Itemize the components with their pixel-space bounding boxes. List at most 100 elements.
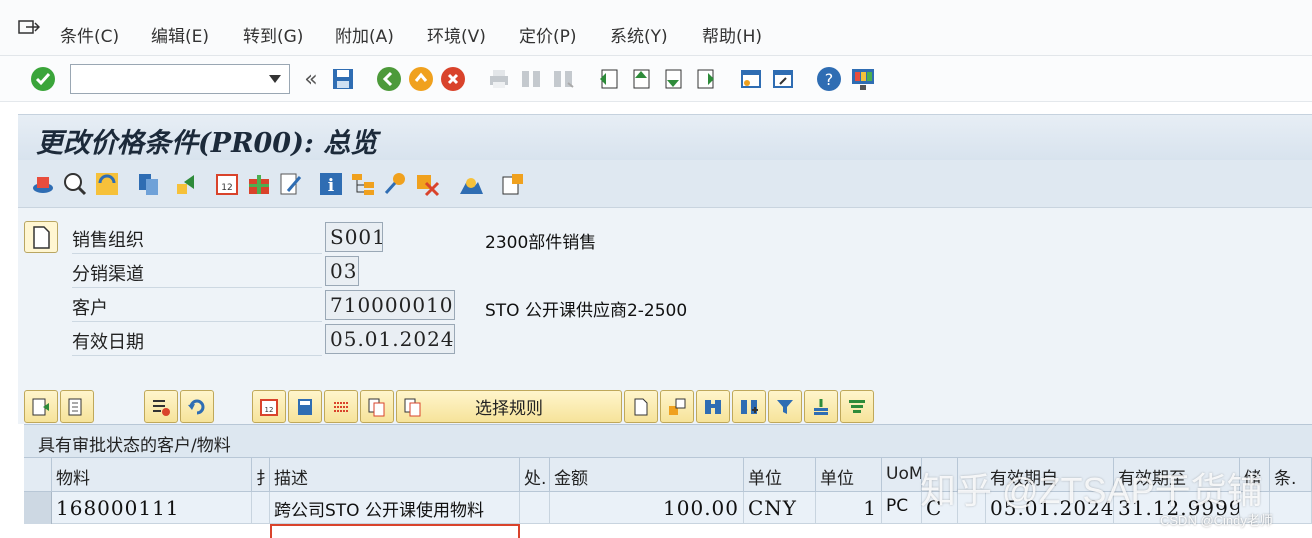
sales-org-label: 销售组织 <box>72 222 322 254</box>
currency-cell[interactable]: CNY <box>744 492 816 524</box>
column-header-processing[interactable]: 处. <box>520 458 550 492</box>
menu-system[interactable]: 系统(Y) <box>610 22 668 47</box>
change-icon[interactable] <box>94 171 120 197</box>
scales-button[interactable] <box>324 390 358 423</box>
subtotal-icon <box>849 399 865 413</box>
previous-page-icon[interactable] <box>628 66 654 92</box>
column-header-terms[interactable]: 条. <box>1270 458 1312 492</box>
customize-layout-icon[interactable] <box>850 66 876 92</box>
search-next-button[interactable] <box>732 390 766 423</box>
dropdown-arrow-icon[interactable] <box>269 75 281 83</box>
empty-table-row[interactable] <box>24 524 1312 538</box>
select-rule-button[interactable]: 选择规则 <box>396 390 622 423</box>
column-header-material[interactable]: 物料 <box>52 458 252 492</box>
column-header-unit[interactable]: 单位 <box>744 458 816 492</box>
menu-goto[interactable]: 转到(G) <box>243 22 303 47</box>
search-button[interactable] <box>696 390 730 423</box>
menu-pricing[interactable]: 定价(P) <box>519 22 577 47</box>
material-cell[interactable]: 168000111 <box>52 492 252 524</box>
help-icon[interactable]: ? <box>816 66 842 92</box>
new-document-icon <box>634 398 648 415</box>
back-icon[interactable] <box>376 66 402 92</box>
delete-line-icon <box>153 399 170 416</box>
delete-line-button[interactable] <box>144 390 178 423</box>
menu-bar: 条件(C) 编辑(E) 转到(G) 附加(A) 环境(V) 定价(P) 系统(Y… <box>0 0 1312 56</box>
find-icon[interactable] <box>518 66 544 92</box>
column-header-flag[interactable]: 扌 <box>252 458 270 492</box>
calculator-button[interactable] <box>288 390 322 423</box>
transfer-button[interactable] <box>660 390 694 423</box>
hierarchy-icon[interactable] <box>350 171 376 197</box>
next-page-icon[interactable] <box>660 66 686 92</box>
menu-conditions[interactable]: 条件(C) <box>60 22 119 47</box>
copy-icon[interactable] <box>136 171 162 197</box>
distribution-channel-field[interactable]: 03 <box>325 256 359 286</box>
delete-row-icon[interactable] <box>414 171 440 197</box>
print-icon[interactable] <box>486 66 512 92</box>
per-unit-cell[interactable]: 1 <box>816 492 882 524</box>
undo-button[interactable] <box>180 390 214 423</box>
gift-icon[interactable] <box>246 171 272 197</box>
svg-text:i: i <box>328 176 335 196</box>
calendar-button[interactable]: 12 <box>252 390 286 423</box>
column-header-description[interactable]: 描述 <box>270 458 520 492</box>
display-icon[interactable] <box>62 171 88 197</box>
copy-records-button[interactable] <box>360 390 394 423</box>
svg-text:12: 12 <box>265 406 274 414</box>
document-icon <box>33 226 50 249</box>
enter-check-icon[interactable] <box>30 66 56 92</box>
find-next-icon[interactable] <box>550 66 576 92</box>
sort-icon <box>814 398 828 415</box>
save-icon[interactable] <box>330 66 356 92</box>
new-document-button[interactable] <box>624 390 658 423</box>
first-page-icon[interactable] <box>596 66 622 92</box>
exit-icon[interactable] <box>408 66 434 92</box>
document-button[interactable] <box>24 221 58 253</box>
calendar-icon[interactable]: 12 <box>214 171 240 197</box>
filter-button[interactable] <box>768 390 802 423</box>
cancel-icon[interactable] <box>440 66 466 92</box>
valid-date-label: 有效日期 <box>72 324 322 356</box>
menu-edit[interactable]: 编辑(E) <box>151 22 209 47</box>
column-header-amount[interactable]: 金额 <box>550 458 744 492</box>
last-page-icon[interactable] <box>692 66 718 92</box>
deselect-all-button[interactable] <box>60 390 94 423</box>
collapse-icon[interactable]: « <box>298 66 324 92</box>
watermark-credit: CSDN @Cindy老师 <box>1160 513 1273 528</box>
sales-org-field[interactable]: S001 <box>325 222 385 252</box>
edit-document-icon[interactable] <box>278 171 304 197</box>
shortcut-icon[interactable] <box>770 66 796 92</box>
select-all-button[interactable] <box>24 390 58 423</box>
svg-text:12: 12 <box>221 183 232 193</box>
processing-cell[interactable] <box>520 492 550 524</box>
clipboard-icon[interactable] <box>500 171 526 197</box>
info-icon[interactable]: i <box>318 171 344 197</box>
amount-cell[interactable]: 100.00 <box>550 492 744 524</box>
key-icon[interactable] <box>382 171 408 197</box>
flag-cell[interactable] <box>252 492 270 524</box>
mountain-chart-icon[interactable] <box>458 171 484 197</box>
menu-environment[interactable]: 环境(V) <box>427 22 486 47</box>
column-selector-header[interactable] <box>24 458 52 492</box>
description-cell[interactable]: 跨公司STO 公开课使用物料 <box>270 492 520 524</box>
column-header-per-unit[interactable]: 单位 <box>816 458 882 492</box>
page-title: 更改价格条件(PR00): 总览 <box>36 128 378 159</box>
valid-date-field[interactable]: 05.01.2024 <box>325 324 455 354</box>
move-icon[interactable] <box>174 171 200 197</box>
uom-cell[interactable]: PC <box>882 492 922 524</box>
column-header-uom[interactable]: UoM <box>882 458 922 492</box>
exit-menu-icon[interactable] <box>18 20 40 38</box>
menu-extras[interactable]: 附加(A) <box>335 22 394 47</box>
subtotal-button[interactable] <box>840 390 874 423</box>
menu-help[interactable]: 帮助(H) <box>702 22 762 47</box>
calculator-icon <box>298 398 312 415</box>
command-field[interactable] <box>70 64 290 94</box>
select-rule-label: 选择规则 <box>475 399 543 419</box>
terms-cell[interactable] <box>1270 492 1312 524</box>
scales-icon <box>334 401 348 412</box>
new-session-icon[interactable] <box>738 66 764 92</box>
condition-info-icon[interactable] <box>30 171 56 197</box>
row-selector[interactable] <box>24 492 52 524</box>
customer-field[interactable]: 710000010 <box>325 290 455 320</box>
sort-button[interactable] <box>804 390 838 423</box>
